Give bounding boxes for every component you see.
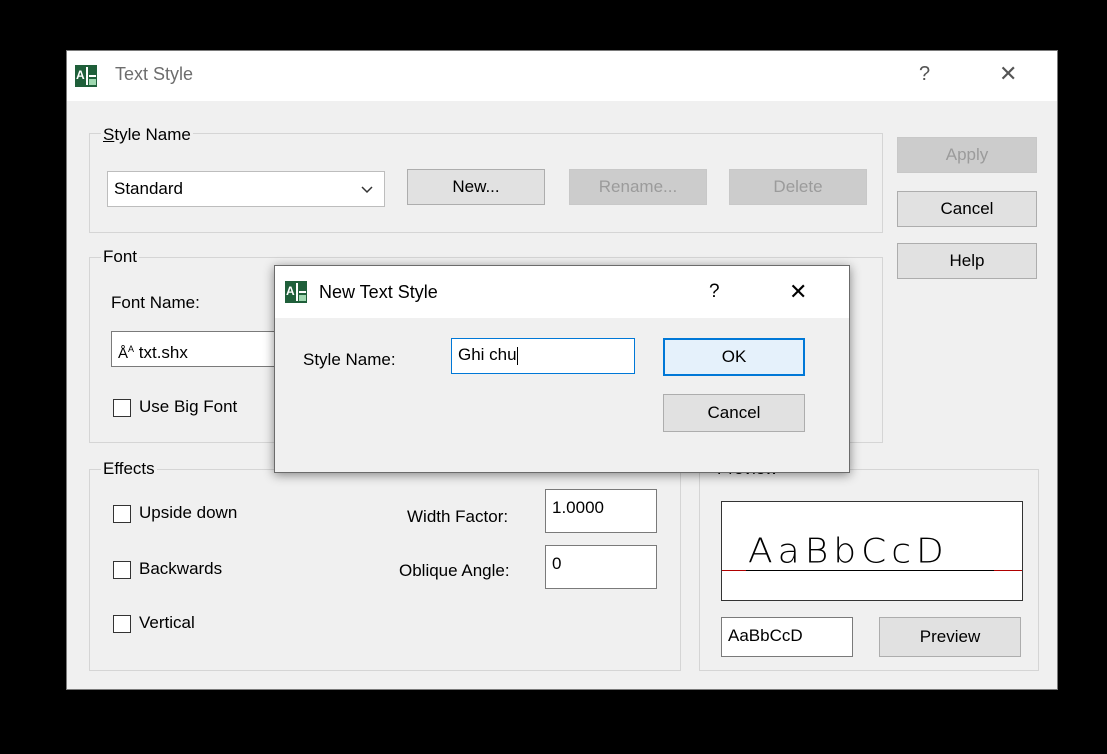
dialog-title: Text Style	[115, 64, 194, 84]
delete-style-button[interactable]: Delete	[729, 169, 867, 205]
use-big-font-label: Use Big Font	[139, 397, 238, 416]
help-question-icon[interactable]: ?	[709, 281, 720, 303]
close-icon[interactable]: ✕	[999, 61, 1017, 87]
svg-text:A: A	[286, 284, 295, 298]
preview-baseline-right	[994, 570, 1022, 571]
chevron-down-icon	[361, 186, 373, 194]
new-style-name-label: Style Name:	[303, 350, 396, 369]
preview-button[interactable]: Preview	[879, 617, 1021, 657]
vertical-checkbox[interactable]	[113, 615, 131, 633]
vertical-label: Vertical	[139, 613, 195, 632]
font-group-label: Font	[101, 247, 140, 267]
width-factor-input[interactable]: 1.0000	[545, 489, 657, 533]
upside-down-label: Upside down	[139, 503, 238, 522]
title-bar: A Text Style ? ✕	[67, 51, 1057, 101]
font-name-label: Font Name:	[111, 293, 200, 312]
new-style-button[interactable]: New...	[407, 169, 545, 205]
effects-group-label: Effects	[101, 459, 157, 479]
new-text-style-title: New Text Style	[319, 282, 438, 302]
oblique-angle-input[interactable]: 0	[545, 545, 657, 589]
text-style-app-icon: A	[285, 281, 307, 303]
apply-button[interactable]: Apply	[897, 137, 1037, 173]
preview-canvas: AaBbCcD	[721, 501, 1023, 601]
new-text-style-dialog: A New Text Style ? ✕ Style Name: Ghi chu…	[274, 265, 850, 473]
use-big-font-checkbox[interactable]	[113, 399, 131, 417]
style-name-select[interactable]: Standard	[107, 171, 385, 207]
style-name-selected-value: Standard	[114, 179, 183, 198]
upside-down-checkbox[interactable]	[113, 505, 131, 523]
cancel-button[interactable]: Cancel	[897, 191, 1037, 227]
new-style-name-input[interactable]: Ghi chu	[451, 338, 635, 374]
width-factor-label: Width Factor:	[407, 507, 509, 526]
text-style-app-icon: A	[75, 65, 97, 87]
backwards-label: Backwards	[139, 559, 223, 578]
preview-baseline-left	[722, 570, 746, 571]
svg-text:A: A	[76, 68, 85, 82]
style-name-group-label: Style Name	[101, 125, 193, 145]
ok-button[interactable]: OK	[663, 338, 805, 376]
help-button[interactable]: Help	[897, 243, 1037, 279]
new-text-style-title-bar: A New Text Style ? ✕	[275, 266, 849, 318]
oblique-angle-label: Oblique Angle:	[399, 561, 510, 580]
new-style-cancel-button[interactable]: Cancel	[663, 394, 805, 432]
shx-font-icon: ÅA	[118, 344, 135, 362]
preview-text-input[interactable]: AaBbCcD	[721, 617, 853, 657]
help-question-icon[interactable]: ?	[919, 63, 930, 86]
text-cursor	[516, 346, 518, 365]
backwards-checkbox[interactable]	[113, 561, 131, 579]
font-name-value: txt.shx	[138, 343, 188, 362]
rename-style-button[interactable]: Rename...	[569, 169, 707, 205]
preview-sample-text: AaBbCcD	[748, 532, 949, 571]
close-icon[interactable]: ✕	[789, 279, 807, 305]
